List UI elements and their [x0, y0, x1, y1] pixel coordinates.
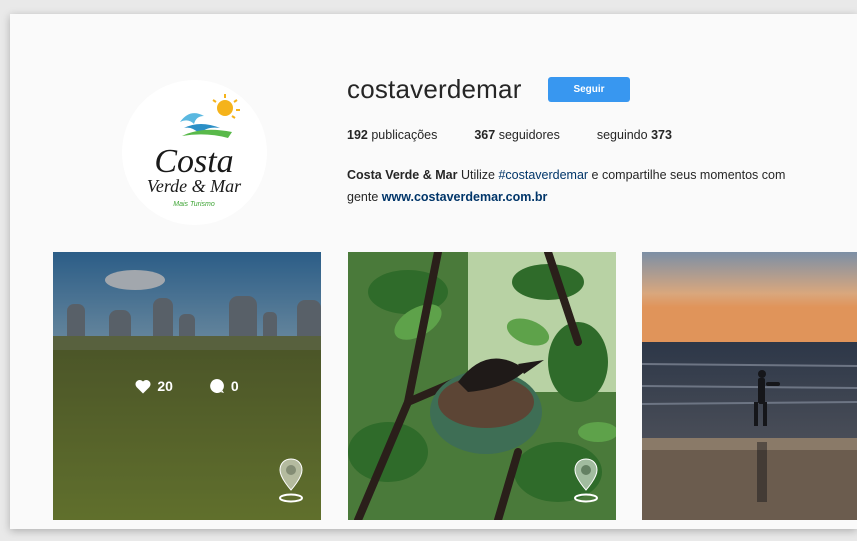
logo-tagline: Mais Turismo [173, 201, 215, 208]
bio-website-link[interactable]: www.costaverdemar.com.br [382, 190, 548, 204]
stat-following[interactable]: seguindo 373 [597, 128, 672, 142]
heart-icon [135, 379, 151, 393]
stat-posts: 192 publicações [347, 128, 437, 142]
bio-line-1: Costa Verde & Mar Utilize #costaverdemar… [347, 164, 857, 186]
profile-avatar[interactable]: Costa Verde & Mar Mais Turismo [122, 80, 267, 225]
post-image [642, 252, 857, 520]
post-likes: 20 [135, 378, 173, 394]
following-count: 373 [651, 128, 672, 142]
profile-stats: 192 publicações 367 seguidores seguindo … [347, 128, 709, 142]
location-pin-icon [574, 458, 598, 503]
follow-button[interactable]: Seguir [548, 77, 630, 102]
bio-text: gente [347, 190, 382, 204]
following-label: seguindo [596, 128, 652, 142]
posts-label: publicações [367, 128, 438, 142]
profile-page: Costa Verde & Mar Mais Turismo costaverd… [10, 14, 857, 529]
likes-count: 20 [157, 378, 173, 394]
bio-hashtag-link[interactable]: #costaverdemar [498, 168, 588, 182]
comments-count: 0 [230, 378, 239, 394]
stat-followers[interactable]: 367 seguidores [474, 128, 559, 142]
profile-username: costaverdemar [347, 74, 522, 104]
location-pin-icon [279, 458, 303, 503]
post-thumbnail[interactable] [348, 252, 616, 520]
costa-verde-mar-logo: Costa Verde & Mar Mais Turismo [122, 80, 267, 225]
followers-label: seguidores [495, 128, 560, 142]
logo-line1: Costa [154, 143, 233, 180]
comment-icon [210, 379, 224, 393]
post-thumbnail[interactable]: 20 0 [53, 252, 321, 520]
post-thumbnail[interactable] [642, 252, 857, 520]
followers-count: 367 [474, 128, 496, 142]
logo-line2: Verde & Mar [147, 176, 242, 196]
post-comments: 0 [209, 378, 239, 394]
bio-text: e compartilhe seus momentos com [588, 168, 786, 182]
profile-bio: Costa Verde & Mar Utilize #costaverdemar… [347, 164, 857, 208]
bio-text: Utilize [457, 168, 499, 182]
bio-line-2: gente www.costaverdemar.com.br [347, 186, 857, 208]
posts-count: 192 [347, 128, 368, 142]
bio-full-name: Costa Verde & Mar [347, 168, 458, 182]
